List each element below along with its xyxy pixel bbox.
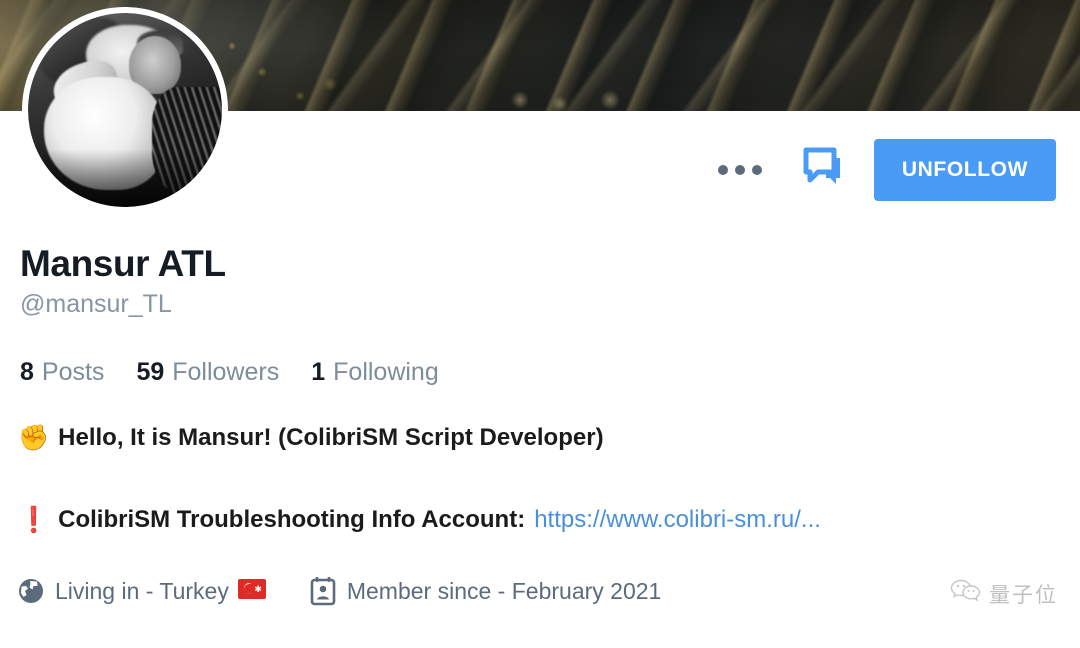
id-badge-icon [308, 576, 338, 606]
bio-line-2-text: ColibriSM Troubleshooting Info Account: [58, 506, 526, 533]
meta-member-since-text: Member since - February 2021 [346, 577, 662, 604]
meta-member-since: Member since - February 2021 [308, 576, 661, 606]
watermark-text: 量子位 [989, 583, 1058, 607]
more-dot-icon [717, 165, 728, 175]
wechat-icon [950, 578, 982, 609]
avatar-photo [28, 13, 222, 207]
stat-posts[interactable]: 8 Posts [20, 358, 104, 387]
bio-line-1: ✊ Hello, It is Mansur! (ColibriSM Script… [18, 424, 604, 452]
stat-followers[interactable]: 59 Followers [136, 358, 279, 387]
meta-location-text: Living in - Turkey [55, 577, 229, 604]
exclamation-mark-icon: ❗ [18, 505, 50, 534]
username-handle: @mansur_TL [20, 289, 172, 318]
meta-location: Living in - Turkey ✱ [16, 576, 266, 606]
more-options-button[interactable] [708, 153, 772, 187]
turkey-flag-icon: ✱ [237, 579, 266, 603]
bio-line-1-text: Hello, It is Mansur! (ColibriSM Script D… [58, 424, 604, 451]
globe-icon [16, 576, 46, 606]
profile-page: UNFOLLOW Mansur ATL @mansur_TL 8 Posts 5… [0, 0, 1080, 648]
unfollow-button[interactable]: UNFOLLOW [873, 139, 1056, 201]
profile-action-bar: UNFOLLOW [708, 139, 1056, 201]
stat-followers-label: Followers [172, 358, 280, 386]
profile-meta: Living in - Turkey ✱ Member since - Febr… [16, 576, 661, 606]
profile-identity: Mansur ATL @mansur_TL [20, 243, 226, 318]
watermark: 量子位 [950, 578, 1058, 609]
avatar-image[interactable] [22, 7, 228, 213]
stat-following[interactable]: 1 Following [311, 358, 439, 387]
bio-link[interactable]: https://www.colibri-sm.ru/... [534, 506, 821, 534]
stat-followers-value: 59 [136, 358, 165, 386]
avatar[interactable] [22, 7, 240, 213]
message-button[interactable] [772, 136, 874, 205]
profile-stats: 8 Posts 59 Followers 1 Following [20, 358, 439, 387]
display-name: Mansur ATL [20, 243, 226, 284]
stat-posts-value: 8 [20, 358, 34, 386]
more-dot-icon [751, 165, 762, 175]
stat-following-value: 1 [311, 358, 326, 386]
more-dot-icon [734, 165, 745, 175]
chat-bubbles-icon [800, 146, 846, 195]
bio-line-2: ❗ ColibriSM Troubleshooting Info Account… [18, 506, 821, 534]
stat-posts-label: Posts [41, 358, 105, 386]
raised-fist-icon: ✊ [18, 423, 50, 452]
stat-following-label: Following [333, 358, 439, 386]
